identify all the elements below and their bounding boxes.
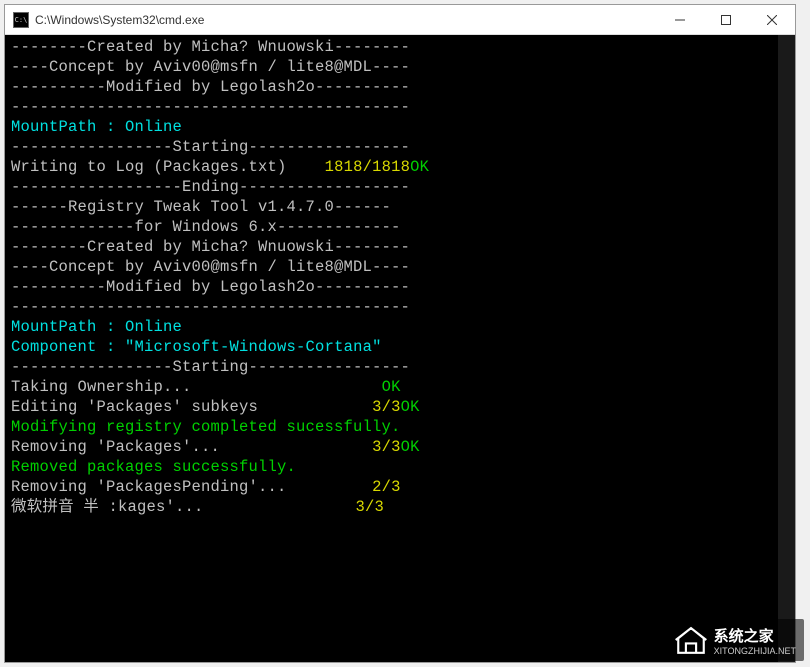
output-line: MountPath : Online: [11, 117, 789, 137]
watermark-url: XITONGZHIJIA.NET: [714, 646, 796, 656]
cmd-icon: [13, 12, 29, 28]
titlebar[interactable]: C:\Windows\System32\cmd.exe: [5, 5, 795, 35]
watermark: 系统之家 XITONGZHIJIA.NET: [666, 619, 804, 661]
output-line: Editing 'Packages' subkeys 3/3OK: [11, 397, 789, 417]
output-line: ------Registry Tweak Tool v1.4.7.0------: [11, 197, 789, 217]
cmd-window: C:\Windows\System32\cmd.exe --------Crea…: [4, 4, 796, 663]
output-line: ------------------Ending----------------…: [11, 177, 789, 197]
output-line: --------Created by Micha? Wnuowski------…: [11, 237, 789, 257]
titlebar-controls: [657, 5, 795, 35]
output-line: -------------for Windows 6.x------------…: [11, 217, 789, 237]
output-line: ----Concept by Aviv00@msfn / lite8@MDL--…: [11, 57, 789, 77]
watermark-text: 系统之家 XITONGZHIJIA.NET: [714, 625, 796, 656]
window-title: C:\Windows\System32\cmd.exe: [35, 13, 204, 27]
output-line: Component : "Microsoft-Windows-Cortana": [11, 337, 789, 357]
output-line: MountPath : Online: [11, 317, 789, 337]
output-line: Writing to Log (Packages.txt) 1818/1818O…: [11, 157, 789, 177]
output-line: Removing 'Packages'... 3/3OK: [11, 437, 789, 457]
output-line: Removed packages successfully.: [11, 457, 789, 477]
output-line: 微软拼音 半 :kages'... 3/3: [11, 497, 789, 517]
output-line: ----------------------------------------…: [11, 97, 789, 117]
output-line: ----------------------------------------…: [11, 297, 789, 317]
close-button[interactable]: [749, 5, 795, 35]
output-line: --------Created by Micha? Wnuowski------…: [11, 37, 789, 57]
output-line: Removing 'PackagesPending'... 2/3: [11, 477, 789, 497]
output-line: -----------------Starting---------------…: [11, 137, 789, 157]
output-line: ----------Modified by Legolash2o--------…: [11, 277, 789, 297]
house-icon: [674, 623, 708, 657]
output-line: ----Concept by Aviv00@msfn / lite8@MDL--…: [11, 257, 789, 277]
terminal-output[interactable]: --------Created by Micha? Wnuowski------…: [5, 35, 795, 662]
output-line: ----------Modified by Legolash2o--------…: [11, 77, 789, 97]
minimize-button[interactable]: [657, 5, 703, 35]
output-line: Taking Ownership... OK: [11, 377, 789, 397]
watermark-title: 系统之家: [714, 625, 796, 646]
output-line: -----------------Starting---------------…: [11, 357, 789, 377]
output-line: Modifying registry completed sucessfully…: [11, 417, 789, 437]
maximize-button[interactable]: [703, 5, 749, 35]
scrollbar[interactable]: [778, 35, 795, 662]
